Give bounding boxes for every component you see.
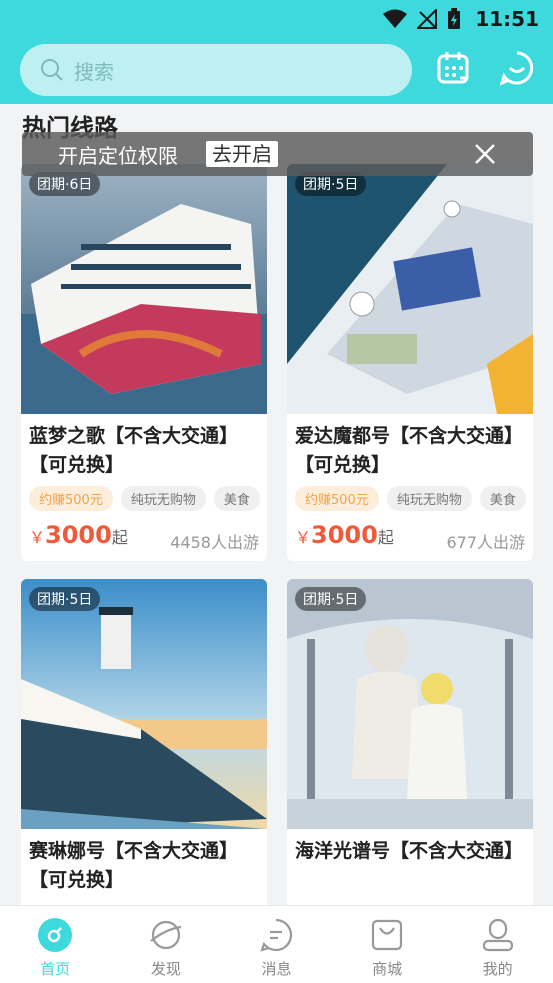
tab-shop[interactable]: 商城 [332, 906, 443, 983]
route-title: 海洋光谱号【不含大交通】 [295, 840, 524, 862]
chat-smile-icon [499, 51, 534, 86]
days-badge: 团期·5日 [295, 587, 367, 611]
search-input[interactable]: 搜索 [20, 44, 412, 96]
route-title: 蓝梦之歌【不含大交通】【可兑换】 [29, 425, 239, 476]
tab-profile[interactable]: 我的 [442, 906, 553, 983]
tag-list: 约赚500元 纯玩无购物 美食 [287, 480, 533, 511]
price-value: 3000 [311, 521, 378, 549]
route-title: 赛琳娜号【不含大交通】【可兑换】 [29, 840, 239, 891]
tab-label: 商城 [372, 960, 403, 978]
bottom-tab-bar: 首页 发现 消息 商城 我的 [0, 905, 553, 983]
enable-location-button[interactable]: 去开启 [206, 141, 278, 167]
feature-chip: 纯玩无购物 [386, 486, 472, 511]
cruise-photo: 团期·5日 [21, 579, 267, 829]
no-signal-icon [417, 9, 438, 29]
tab-label: 发现 [150, 960, 181, 978]
price: ￥3000起 [29, 521, 128, 549]
discover-planet-icon [150, 920, 182, 950]
search-placeholder: 搜索 [74, 59, 114, 84]
cruise-photo: 团期·5日 [287, 579, 533, 829]
tab-label: 首页 [40, 960, 71, 978]
wifi-icon [383, 9, 408, 28]
feature-chip: 纯玩无购物 [120, 486, 206, 511]
currency-symbol: ￥ [295, 528, 312, 547]
days-badge: 团期·5日 [29, 587, 101, 611]
message-icon [260, 918, 293, 952]
home-icon [38, 918, 73, 952]
calendar-button[interactable] [434, 48, 474, 88]
top-bar: 11:51 搜索 [0, 0, 553, 104]
route-title: 爱达魔都号【不含大交通】【可兑换】 [295, 425, 524, 476]
tab-messages[interactable]: 消息 [221, 906, 332, 983]
cruise-photo: 团期·5日 [287, 164, 533, 414]
earn-chip: 约赚500元 [295, 486, 379, 511]
tab-label: 我的 [482, 960, 513, 978]
close-icon[interactable] [473, 142, 497, 166]
price-suffix: 起 [377, 528, 394, 547]
price-row: ￥3000起 4458人出游 [21, 511, 267, 561]
feature-chip: 美食 [479, 486, 526, 511]
price-suffix: 起 [111, 528, 128, 547]
tab-label: 消息 [261, 960, 292, 978]
travelers-count: 677人出游 [446, 533, 525, 552]
location-permission-banner: 开启定位权限 去开启 [22, 132, 533, 176]
profile-icon [482, 918, 513, 952]
cruise-photo: 团期·6日 [21, 164, 267, 414]
tag-list: 约赚500元 纯玩无购物 美食 [21, 480, 267, 511]
price-value: 3000 [45, 521, 112, 549]
shop-bag-icon [371, 919, 403, 951]
route-card[interactable]: 团期·5日 海洋光谱号【不含大交通】 [287, 579, 533, 919]
route-card[interactable]: 团期·5日 赛琳娜号【不含大交通】【可兑换】 [21, 579, 267, 919]
tab-home[interactable]: 首页 [0, 906, 111, 983]
route-card[interactable]: 团期·6日 蓝梦之歌【不含大交通】【可兑换】 约赚500元 纯玩无购物 美食 ￥… [21, 164, 267, 561]
earn-chip: 约赚500元 [29, 486, 113, 511]
clock: 11:51 [475, 7, 539, 31]
search-icon [41, 59, 63, 81]
battery-icon [448, 8, 461, 29]
price: ￥3000起 [295, 521, 394, 549]
feature-chip: 美食 [213, 486, 260, 511]
message-center-button[interactable] [497, 48, 537, 88]
status-bar: 11:51 [383, 6, 539, 32]
travelers-count: 4458人出游 [170, 533, 259, 552]
location-banner-text: 开启定位权限 [58, 143, 178, 168]
calendar-icon [437, 52, 469, 84]
currency-symbol: ￥ [29, 528, 46, 547]
route-card[interactable]: 团期·5日 爱达魔都号【不含大交通】【可兑换】 约赚500元 纯玩无购物 美食 … [287, 164, 533, 561]
tab-discover[interactable]: 发现 [111, 906, 222, 983]
price-row: ￥3000起 677人出游 [287, 511, 533, 561]
